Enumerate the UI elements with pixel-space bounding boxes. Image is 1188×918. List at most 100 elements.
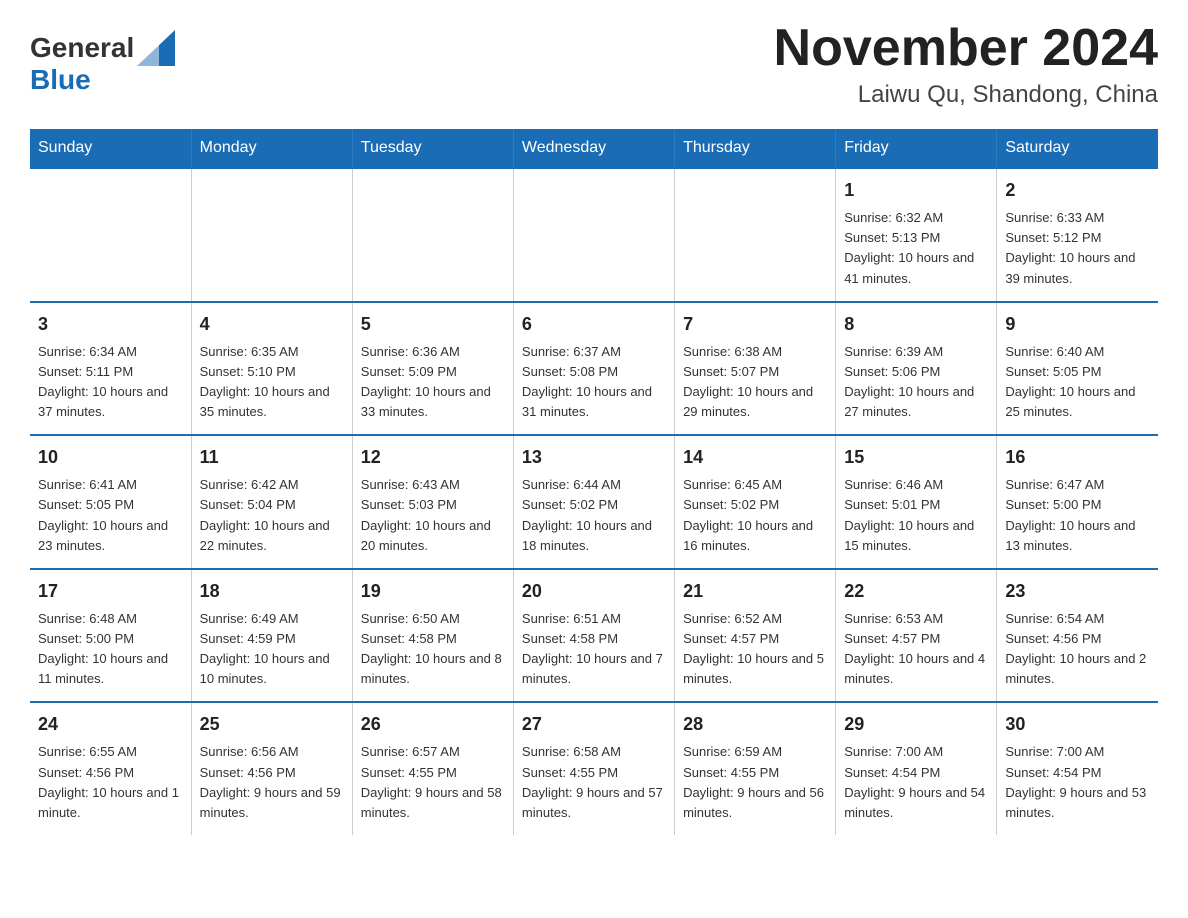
cell-week4-day6: 23 Sunrise: 6:54 AMSunset: 4:56 PMDayligh… [997,569,1158,703]
logo-bottom-row: Blue [30,66,175,94]
cell-week5-day5: 29Sunrise: 7:00 AMSunset: 4:54 PMDayligh… [836,702,997,835]
calendar-header: Sunday Monday Tuesday Wednesday Thursday… [30,129,1158,168]
day-number: 27 [522,711,666,738]
header-wednesday: Wednesday [513,129,674,168]
day-number: 5 [361,311,505,338]
cell-week3-day0: 10 Sunrise: 6:41 AMSunset: 5:05 PMDayligh… [30,435,191,569]
header-thursday: Thursday [675,129,836,168]
day-info: Sunrise: 6:45 AMSunset: 5:02 PMDaylight:… [683,475,827,556]
header-monday: Monday [191,129,352,168]
cell-week2-day1: 4Sunrise: 6:35 AMSunset: 5:10 PMDaylight… [191,302,352,436]
cell-week1-day6: 2Sunrise: 6:33 AMSunset: 5:12 PMDaylight… [997,168,1158,302]
logo-triangle-icon [137,30,175,66]
day-number: 4 [200,311,344,338]
cell-week5-day1: 25Sunrise: 6:56 AMSunset: 4:56 PMDayligh… [191,702,352,835]
day-info: Sunrise: 6:54 AMSunset: 4:56 PMDaylight:… [1005,609,1150,690]
week-row-5: 24Sunrise: 6:55 AMSunset: 4:56 PMDayligh… [30,702,1158,835]
cell-week4-day2: 19 Sunrise: 6:50 AMSunset: 4:58 PMDayligh… [352,569,513,703]
day-number: 17 [38,578,183,605]
cell-week1-day5: 1 Sunrise: 6:32 AMSunset: 5:13 PMDaylight… [836,168,997,302]
header-tuesday: Tuesday [352,129,513,168]
cell-week2-day0: 3 Sunrise: 6:34 AMSunset: 5:11 PMDaylight… [30,302,191,436]
page-header: General Blue November 2024 Laiwu Qu, Sha… [30,20,1158,109]
day-info: Sunrise: 6:34 AMSunset: 5:11 PMDaylight:… [38,342,183,423]
calendar-table: Sunday Monday Tuesday Wednesday Thursday… [30,129,1158,835]
day-info: Sunrise: 6:36 AMSunset: 5:09 PMDaylight:… [361,342,505,423]
day-info: Sunrise: 6:53 AMSunset: 4:57 PMDaylight:… [844,609,988,690]
day-number: 28 [683,711,827,738]
day-info: Sunrise: 6:56 AMSunset: 4:56 PMDaylight:… [200,742,344,823]
week-row-3: 10 Sunrise: 6:41 AMSunset: 5:05 PMDayligh… [30,435,1158,569]
week-row-2: 3 Sunrise: 6:34 AMSunset: 5:11 PMDaylight… [30,302,1158,436]
day-info: Sunrise: 6:52 AMSunset: 4:57 PMDaylight:… [683,609,827,690]
day-number: 14 [683,444,827,471]
logo-wrapper: General Blue [30,30,175,94]
day-info: Sunrise: 6:50 AMSunset: 4:58 PMDaylight:… [361,609,505,690]
cell-week4-day0: 17 Sunrise: 6:48 AMSunset: 5:00 PMDayligh… [30,569,191,703]
day-info: Sunrise: 6:47 AMSunset: 5:00 PMDaylight:… [1005,475,1150,556]
cell-week1-day2 [352,168,513,302]
day-info: Sunrise: 7:00 AMSunset: 4:54 PMDaylight:… [1005,742,1150,823]
day-info: Sunrise: 6:48 AMSunset: 5:00 PMDaylight:… [38,609,183,690]
day-info: Sunrise: 6:42 AMSunset: 5:04 PMDaylight:… [200,475,344,556]
cell-week4-day1: 18Sunrise: 6:49 AMSunset: 4:59 PMDayligh… [191,569,352,703]
day-info: Sunrise: 6:55 AMSunset: 4:56 PMDaylight:… [38,742,183,823]
cell-week3-day4: 14 Sunrise: 6:45 AMSunset: 5:02 PMDayligh… [675,435,836,569]
cell-week3-day2: 12 Sunrise: 6:43 AMSunset: 5:03 PMDayligh… [352,435,513,569]
cell-week2-day4: 7Sunrise: 6:38 AMSunset: 5:07 PMDaylight… [675,302,836,436]
day-info: Sunrise: 6:57 AMSunset: 4:55 PMDaylight:… [361,742,505,823]
day-number: 7 [683,311,827,338]
day-number: 13 [522,444,666,471]
cell-week5-day4: 28 Sunrise: 6:59 AMSunset: 4:55 PMDayligh… [675,702,836,835]
cell-week5-day2: 26 Sunrise: 6:57 AMSunset: 4:55 PMDayligh… [352,702,513,835]
day-number: 11 [200,444,344,471]
day-info: Sunrise: 6:59 AMSunset: 4:55 PMDaylight:… [683,742,827,823]
cell-week3-day3: 13Sunrise: 6:44 AMSunset: 5:02 PMDayligh… [513,435,674,569]
logo: General Blue [30,30,175,94]
day-number: 3 [38,311,183,338]
header-friday: Friday [836,129,997,168]
day-number: 19 [361,578,505,605]
day-info: Sunrise: 6:46 AMSunset: 5:01 PMDaylight:… [844,475,988,556]
cell-week5-day3: 27Sunrise: 6:58 AMSunset: 4:55 PMDayligh… [513,702,674,835]
day-number: 1 [844,177,988,204]
cell-week1-day3 [513,168,674,302]
month-year-title: November 2024 [774,20,1158,77]
day-info: Sunrise: 6:41 AMSunset: 5:05 PMDaylight:… [38,475,183,556]
day-number: 10 [38,444,183,471]
cell-week2-day3: 6 Sunrise: 6:37 AMSunset: 5:08 PMDaylight… [513,302,674,436]
logo-general-text: General [30,34,134,62]
day-number: 8 [844,311,988,338]
day-number: 12 [361,444,505,471]
day-number: 9 [1005,311,1150,338]
day-number: 23 [1005,578,1150,605]
cell-week2-day6: 9Sunrise: 6:40 AMSunset: 5:05 PMDaylight… [997,302,1158,436]
day-info: Sunrise: 6:32 AMSunset: 5:13 PMDaylight:… [844,208,988,289]
cell-week4-day4: 21Sunrise: 6:52 AMSunset: 4:57 PMDayligh… [675,569,836,703]
day-number: 6 [522,311,666,338]
day-number: 20 [522,578,666,605]
cell-week2-day5: 8 Sunrise: 6:39 AMSunset: 5:06 PMDaylight… [836,302,997,436]
cell-week3-day6: 16 Sunrise: 6:47 AMSunset: 5:00 PMDayligh… [997,435,1158,569]
cell-week5-day6: 30 Sunrise: 7:00 AMSunset: 4:54 PMDayligh… [997,702,1158,835]
day-number: 29 [844,711,988,738]
cell-week4-day5: 22Sunrise: 6:53 AMSunset: 4:57 PMDayligh… [836,569,997,703]
day-number: 30 [1005,711,1150,738]
cell-week3-day1: 11 Sunrise: 6:42 AMSunset: 5:04 PMDayligh… [191,435,352,569]
day-info: Sunrise: 6:39 AMSunset: 5:06 PMDaylight:… [844,342,988,423]
week-row-1: 1 Sunrise: 6:32 AMSunset: 5:13 PMDaylight… [30,168,1158,302]
cell-week2-day2: 5 Sunrise: 6:36 AMSunset: 5:09 PMDaylight… [352,302,513,436]
logo-blue-text: Blue [30,64,91,95]
day-info: Sunrise: 6:43 AMSunset: 5:03 PMDaylight:… [361,475,505,556]
day-number: 26 [361,711,505,738]
location-subtitle: Laiwu Qu, Shandong, China [774,81,1158,109]
weekday-header-row: Sunday Monday Tuesday Wednesday Thursday… [30,129,1158,168]
week-row-4: 17 Sunrise: 6:48 AMSunset: 5:00 PMDayligh… [30,569,1158,703]
day-number: 15 [844,444,988,471]
cell-week1-day4 [675,168,836,302]
header-saturday: Saturday [997,129,1158,168]
title-section: November 2024 Laiwu Qu, Shandong, China [774,20,1158,109]
day-info: Sunrise: 6:37 AMSunset: 5:08 PMDaylight:… [522,342,666,423]
cell-week1-day1 [191,168,352,302]
day-number: 16 [1005,444,1150,471]
